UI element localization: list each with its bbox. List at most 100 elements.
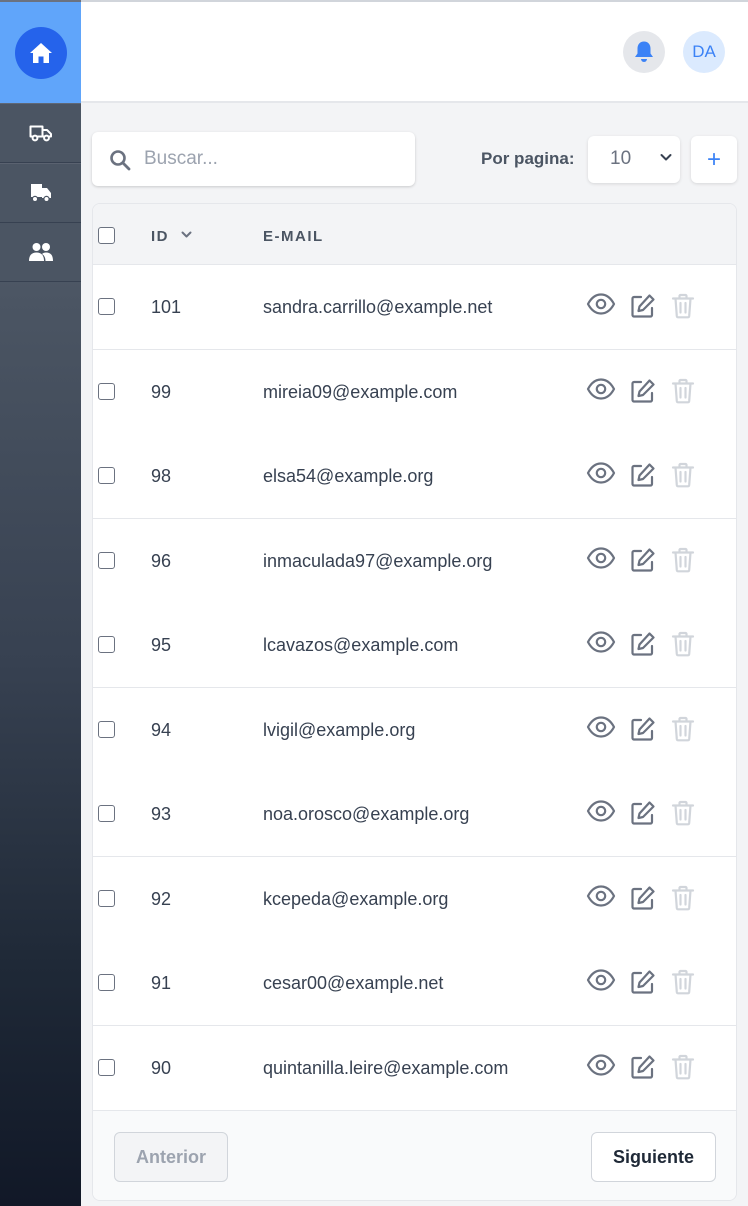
row-checkbox[interactable]	[98, 382, 115, 400]
row-email: lvigil@example.org	[263, 719, 416, 740]
sidebar-item-users[interactable]	[0, 223, 81, 282]
chevron-down-icon	[660, 154, 672, 161]
row-id: 101	[151, 297, 182, 317]
edit-icon[interactable]	[630, 716, 656, 747]
column-header-id[interactable]: ID	[151, 228, 169, 245]
row-id: 90	[151, 1057, 172, 1078]
delete-icon[interactable]	[671, 885, 695, 916]
row-email: mireia09@example.com	[263, 381, 458, 402]
per-page-value: 10	[610, 148, 632, 169]
row-id: 98	[151, 466, 172, 486]
row-id: 92	[151, 888, 172, 909]
row-email: quintanilla.leire@example.com	[263, 1057, 509, 1078]
users-icon	[28, 243, 53, 261]
bell-icon	[635, 41, 653, 62]
view-icon[interactable]	[586, 293, 616, 320]
per-page-label: Por pagina:	[481, 149, 575, 168]
add-button[interactable]: +	[691, 136, 737, 183]
sidebar-item-deliveries[interactable]	[0, 164, 81, 223]
next-page-button[interactable]: Siguiente	[591, 1132, 716, 1182]
notifications-button[interactable]	[623, 31, 665, 73]
row-checkbox[interactable]	[98, 1058, 115, 1076]
select-all-checkbox[interactable]	[98, 227, 115, 244]
row-email: noa.orosco@example.org	[263, 804, 470, 824]
table-row: 101 sandra.carrillo@example.net	[93, 265, 736, 350]
search-input[interactable]	[144, 132, 404, 186]
home-button[interactable]	[14, 26, 67, 79]
search-icon	[110, 150, 131, 171]
search-box	[92, 132, 415, 186]
row-email: lcavazos@example.com	[263, 635, 459, 655]
previous-page-button[interactable]: Anterior	[114, 1132, 228, 1182]
user-avatar[interactable]: DA	[683, 31, 725, 73]
row-email: sandra.carrillo@example.net	[263, 297, 493, 317]
edit-icon[interactable]	[630, 547, 656, 578]
view-icon[interactable]	[586, 715, 616, 743]
table-row: 98 elsa54@example.org	[93, 434, 736, 519]
per-page-select[interactable]: 10	[588, 136, 680, 183]
edit-icon[interactable]	[630, 293, 656, 324]
row-id: 91	[151, 973, 172, 993]
row-id: 93	[151, 804, 172, 824]
column-header-email: E-MAIL	[263, 228, 324, 245]
row-id: 99	[151, 381, 172, 402]
edit-icon[interactable]	[630, 800, 656, 831]
view-icon[interactable]	[586, 884, 616, 912]
users-table: ID E-MAIL 101 sandra.carrillo@example.net…	[92, 203, 737, 1201]
truck-icon	[29, 125, 52, 142]
view-icon[interactable]	[586, 631, 616, 658]
edit-icon[interactable]	[630, 462, 656, 493]
delete-icon[interactable]	[671, 378, 695, 409]
view-icon[interactable]	[586, 377, 616, 405]
row-checkbox[interactable]	[98, 298, 115, 315]
delete-icon[interactable]	[671, 969, 695, 1000]
table-row: 95 lcavazos@example.com	[93, 603, 736, 688]
table-header: ID E-MAIL	[93, 204, 736, 265]
table-row: 96 inmaculada97@example.org	[93, 518, 736, 604]
view-icon[interactable]	[586, 546, 616, 574]
view-icon[interactable]	[586, 969, 616, 996]
sidebar-item-shipments[interactable]	[0, 104, 81, 163]
row-id: 94	[151, 719, 172, 740]
row-checkbox[interactable]	[98, 551, 115, 569]
row-checkbox[interactable]	[98, 805, 115, 822]
edit-icon[interactable]	[630, 631, 656, 662]
delete-icon[interactable]	[671, 547, 695, 578]
row-checkbox[interactable]	[98, 889, 115, 907]
view-icon[interactable]	[586, 800, 616, 827]
row-checkbox[interactable]	[98, 467, 115, 484]
delete-icon[interactable]	[671, 716, 695, 747]
view-icon[interactable]	[586, 1053, 616, 1081]
table-row: 92 kcepeda@example.org	[93, 856, 736, 942]
delete-icon[interactable]	[671, 800, 695, 831]
edit-icon[interactable]	[630, 885, 656, 916]
delete-icon[interactable]	[671, 462, 695, 493]
table-row: 93 noa.orosco@example.org	[93, 772, 736, 857]
view-icon[interactable]	[586, 462, 616, 489]
pagination: Anterior Siguiente	[93, 1110, 736, 1200]
row-email: inmaculada97@example.org	[263, 550, 493, 571]
edit-icon[interactable]	[630, 1054, 656, 1085]
sort-desc-icon[interactable]	[181, 231, 192, 239]
table-row: 90 quintanilla.leire@example.com	[93, 1025, 736, 1111]
row-email: elsa54@example.org	[263, 466, 434, 486]
delete-icon[interactable]	[671, 293, 695, 324]
table-row: 91 cesar00@example.net	[93, 941, 736, 1026]
row-checkbox[interactable]	[98, 720, 115, 738]
row-email: kcepeda@example.org	[263, 888, 449, 909]
row-checkbox[interactable]	[98, 636, 115, 653]
row-id: 95	[151, 635, 172, 655]
row-checkbox[interactable]	[98, 974, 115, 991]
row-email: cesar00@example.net	[263, 973, 444, 993]
table-row: 99 mireia09@example.com	[93, 349, 736, 435]
edit-icon[interactable]	[630, 969, 656, 1000]
edit-icon[interactable]	[630, 378, 656, 409]
delete-icon[interactable]	[671, 1054, 695, 1085]
sidebar-logo-area	[0, 2, 81, 103]
top-header: DA	[81, 2, 748, 103]
sidebar	[0, 0, 81, 1206]
delete-icon[interactable]	[671, 631, 695, 662]
home-icon	[29, 42, 52, 63]
row-id: 96	[151, 550, 172, 571]
table-row: 94 lvigil@example.org	[93, 687, 736, 773]
